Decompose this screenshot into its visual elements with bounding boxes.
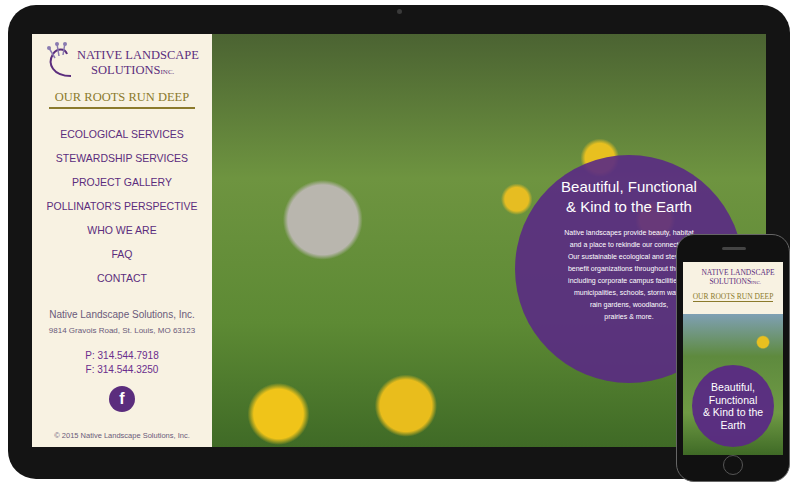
nav-item[interactable]: PROJECT GALLERY [72,175,172,189]
phone-brand-suffix: INC. [751,280,761,285]
phone-photo: Beautiful,Functional& Kind to theEarth [683,314,783,455]
home-button-icon[interactable] [723,455,743,475]
hero-title-2: & Kind to the Earth [566,197,692,217]
facebook-icon[interactable]: f [109,386,135,412]
hero-body: Native landscapes provide beauty, habita… [564,227,693,323]
logo[interactable]: NATIVE LANDSCAPE SOLUTIONSINC. [45,42,199,80]
phone-hero-title: Beautiful, [711,381,755,394]
hero-body-line: municipalities, schools, storm water [574,287,684,299]
hero-title: Beautiful, Functional [561,177,697,197]
company-name: Native Landscape Solutions, Inc. [49,309,195,321]
brand-line: SOLUTIONS [91,63,160,77]
address: 9814 Gravois Road, St. Louis, MO 63123 [49,326,195,336]
address-block: Native Landscape Solutions, Inc. 9814 Gr… [49,309,195,336]
swirl-leaf-icon [45,42,75,80]
nav-item[interactable]: CONTACT [97,271,147,285]
nav-menu: ECOLOGICAL SERVICES STEWARDSHIP SERVICES P… [47,127,198,285]
nav-item[interactable]: STEWARDSHIP SERVICES [56,151,188,165]
hero-body-line: prairies & more. [604,311,653,323]
hero-body-line: rain gardens, woodlands, [590,299,668,311]
hero-body-line: benefit organizations throughout the St. [568,263,690,275]
phone-tagline: OUR ROOTS RUN DEEP [693,292,774,302]
nav-item[interactable]: WHO WE ARE [87,223,156,237]
phone-brand: NATIVE LANDSCAPE [701,268,774,277]
speaker-icon [722,247,746,250]
phone-brand-2: SOLUTIONSINC. [701,277,761,287]
nav-item[interactable]: ECOLOGICAL SERVICES [60,127,184,141]
phone-hero-circle: Beautiful,Functional& Kind to theEarth [692,365,774,447]
nav-item[interactable]: POLLINATOR'S PERSPECTIVE [47,199,198,213]
nav-item[interactable]: FAQ [111,247,132,261]
phone-block: P: 314.544.7918 F: 314.544.3250 [85,350,158,376]
tablet-screen: NATIVE LANDSCAPE SOLUTIONSINC. OUR ROOTS… [32,34,766,447]
camera-icon [397,9,402,14]
phone-hero-title: Functional [709,394,757,407]
phone-frame: NATIVE LANDSCAPE SOLUTIONSINC. OUR ROOTS… [676,234,790,482]
hero-body-line: Our sustainable ecological and steward [568,251,690,263]
tagline: OUR ROOTS RUN DEEP [49,90,195,109]
phone-header: NATIVE LANDSCAPE SOLUTIONSINC. OUR ROOTS… [683,262,783,314]
brand-name-2: SOLUTIONSINC. [77,63,199,80]
phone-hero-title: & Kind to the [703,406,763,419]
brand-name: NATIVE LANDSCAPE [77,48,199,63]
hero-body-line: and a place to rekindle our connection [570,239,688,251]
tablet-frame: NATIVE LANDSCAPE SOLUTIONSINC. OUR ROOTS… [8,5,790,479]
phone-number[interactable]: P: 314.544.7918 [85,350,158,362]
phone-logo[interactable]: NATIVE LANDSCAPE SOLUTIONSINC. [691,268,774,287]
fax-number: F: 314.544.3250 [86,364,159,376]
sidebar: NATIVE LANDSCAPE SOLUTIONSINC. OUR ROOTS… [32,34,212,447]
phone-screen: NATIVE LANDSCAPE SOLUTIONSINC. OUR ROOTS… [683,262,783,455]
brand-suffix: INC. [161,68,175,76]
hero-body-line: Native landscapes provide beauty, habita… [564,227,693,239]
hero-body-line: including corporate campus facilities, s… [568,275,690,287]
phone-brand-line: SOLUTIONS [709,277,751,286]
copyright: © 2015 Native Landscape Solutions, Inc. [54,431,190,440]
phone-hero-title: Earth [720,419,745,432]
